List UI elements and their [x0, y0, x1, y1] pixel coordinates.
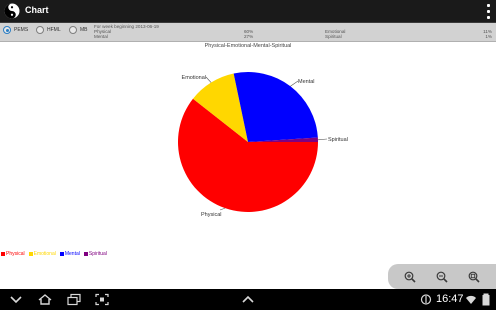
screenshot-icon[interactable] [94, 293, 110, 306]
yin-yang-icon[interactable] [4, 3, 20, 19]
zoom-out-icon[interactable] [435, 270, 449, 284]
radio-unselected-icon [36, 26, 44, 34]
legend-item-spiritual: Spiritual [83, 251, 107, 257]
zoom-in-icon[interactable] [403, 270, 417, 284]
legend-swatch [1, 252, 5, 256]
radio-pems-label: PEMS [14, 27, 29, 33]
stat-name: Mental [94, 34, 108, 40]
radio-hfml[interactable]: HFML [36, 26, 61, 34]
pie-label-spiritual: Spiritual [328, 137, 348, 143]
stat-value: 27% [244, 34, 254, 40]
overflow-menu-icon[interactable] [484, 3, 492, 20]
wifi-icon [466, 295, 476, 304]
mini-apps-icon[interactable] [240, 293, 256, 306]
radio-mb[interactable]: MB [69, 26, 88, 34]
legend-label: Physical [6, 251, 25, 257]
battery-icon [482, 293, 490, 306]
leader-line-emotional [205, 76, 212, 83]
legend-item-mental: Mental [59, 251, 80, 257]
recent-apps-icon[interactable] [66, 293, 82, 306]
radio-pems[interactable]: PEMS [3, 26, 28, 34]
action-bar: Chart [0, 0, 496, 23]
leader-line-spiritual [317, 138, 328, 141]
pie-label-emotional: Emotional [182, 75, 206, 81]
legend-label: Spiritual [88, 251, 107, 257]
system-bar: 16:47 [0, 289, 496, 310]
options-strip: PEMS HFML MB For week beginning 2013-06-… [0, 23, 496, 42]
radio-mb-label: MB [80, 27, 88, 33]
legend-swatch [83, 252, 88, 256]
pie-chart: Physical Emotional Mental Spiritual [178, 72, 348, 218]
legend-item-physical: Physical [1, 251, 25, 257]
stat-name: Spiritual [325, 34, 342, 40]
legend-swatch [59, 252, 64, 256]
radio-selected-icon [3, 26, 11, 34]
weekly-stats: For week beginning 2013-06-19 Physical 6… [94, 24, 492, 40]
radio-hfml-label: HFML [47, 27, 61, 33]
leader-line-physical [219, 207, 226, 211]
clock: 16:47 [436, 293, 464, 305]
home-icon[interactable] [37, 293, 53, 306]
app-title: Chart [25, 5, 49, 15]
settings-notification-icon [420, 294, 432, 305]
hide-keyboard-icon[interactable] [8, 293, 24, 306]
zoom-reset-icon[interactable] [467, 270, 481, 284]
leader-line-mental [290, 80, 299, 87]
chart-legend: Physical Emotional Mental Spiritual [1, 251, 107, 257]
legend-label: Emotional [33, 251, 56, 257]
legend-item-emotional: Emotional [28, 251, 56, 257]
zoom-controls [388, 264, 496, 289]
legend-swatch [28, 252, 33, 256]
chart-title: Physical-Emotional-Mental-Spiritual [204, 43, 292, 49]
radio-unselected-icon [69, 26, 77, 34]
legend-label: Mental [64, 251, 80, 257]
stat-value: 1% [485, 34, 492, 40]
pie-label-physical: Physical [201, 212, 221, 218]
pie-label-mental: Mental [298, 79, 315, 85]
